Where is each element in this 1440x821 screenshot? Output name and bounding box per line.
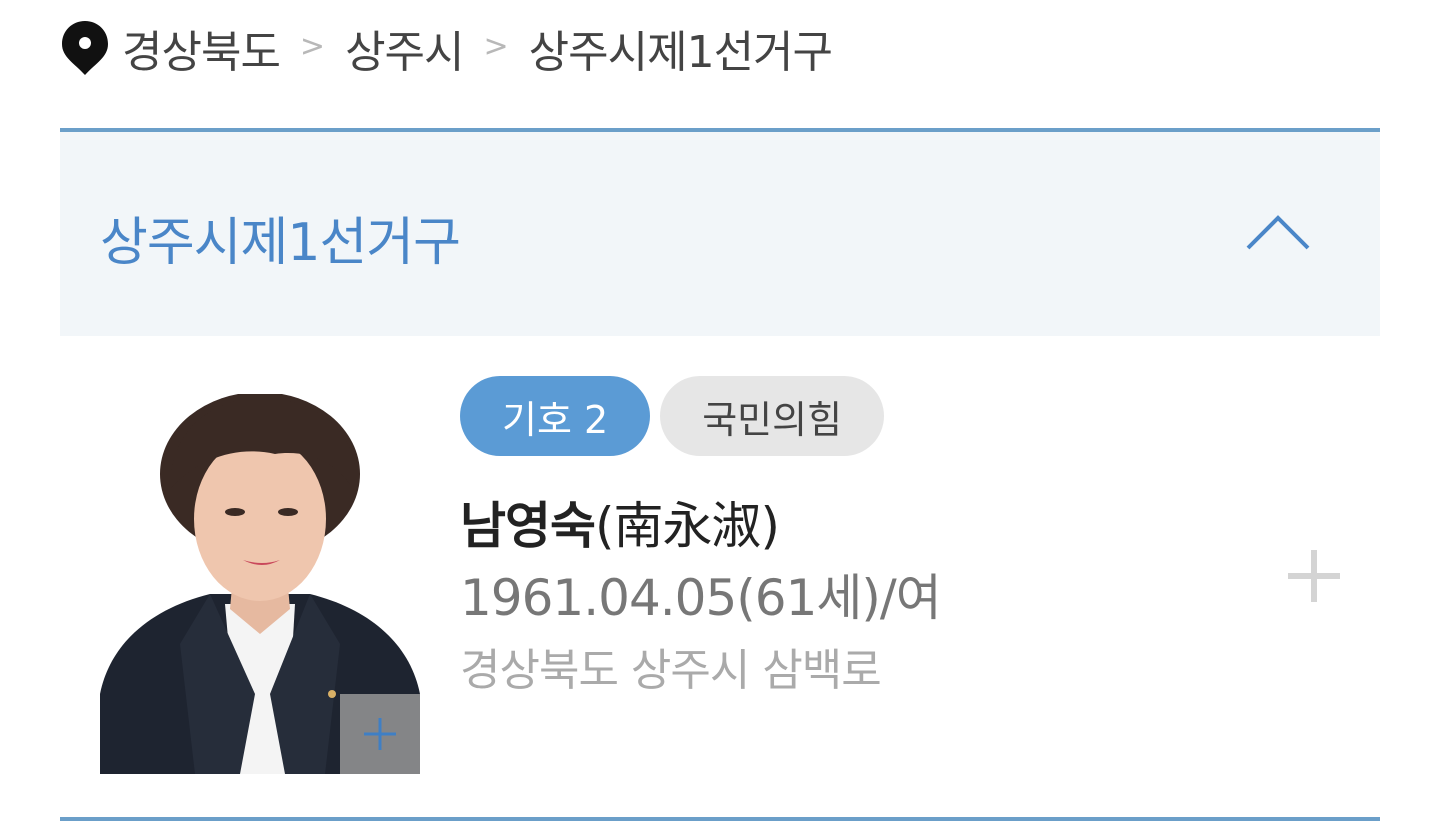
district-title: 상주시제1선거구	[100, 213, 461, 273]
breadcrumb-separator: >	[483, 28, 509, 64]
candidate-badges: 기호 2 국민의힘	[460, 376, 885, 456]
candidate-number-badge: 기호 2	[460, 376, 651, 456]
plus-icon[interactable]	[1284, 546, 1344, 606]
candidate-birth-info: 1961.04.05(61세)/여	[460, 569, 942, 627]
divider	[60, 817, 1380, 821]
candidate-name-line: 남영숙(南永淑)	[460, 486, 780, 558]
plus-icon	[364, 718, 396, 750]
party-badge: 국민의힘	[660, 376, 885, 456]
breadcrumb-item-city[interactable]: 상주시	[345, 16, 464, 80]
candidate-photo	[100, 394, 420, 774]
breadcrumb-item-province[interactable]: 경상북도	[122, 16, 281, 80]
breadcrumb-item-district[interactable]: 상주시제1선거구	[529, 16, 833, 80]
chevron-up-icon[interactable]	[1246, 212, 1310, 252]
breadcrumb-separator: >	[299, 28, 326, 64]
breadcrumb: 경상북도 > 상주시 > 상주시제1선거구	[60, 16, 833, 80]
candidate-card: 기호 2 국민의힘 남영숙(南永淑) 1961.04.05(61세)/여 경상북…	[60, 336, 1380, 821]
candidate-name-hanja: (南永淑)	[595, 497, 780, 555]
location-pin-icon	[60, 19, 110, 77]
photo-enlarge-button[interactable]	[340, 694, 420, 774]
district-section-header[interactable]: 상주시제1선거구	[60, 128, 1380, 336]
candidate-name: 남영숙	[460, 497, 596, 555]
candidate-address: 경상북도 상주시 삼백로	[460, 645, 882, 696]
